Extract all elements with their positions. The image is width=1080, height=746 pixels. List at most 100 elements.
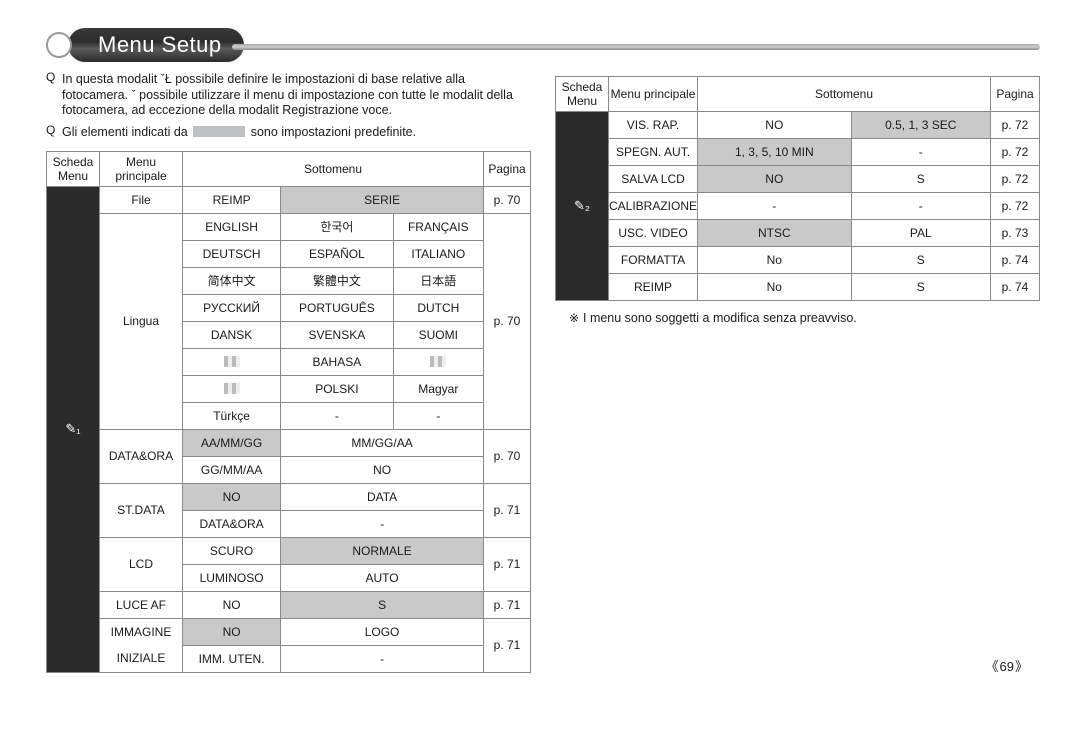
default-highlight-icon <box>193 126 245 137</box>
lang: PORTUGUÊS <box>281 294 393 321</box>
lang: ENGLISH <box>183 213 281 240</box>
lang <box>183 375 281 402</box>
page-ref: p. 72 <box>991 139 1040 166</box>
lcd-sub: AUTO <box>281 564 484 591</box>
page-number: 69 <box>986 656 1029 675</box>
dataora-sub: AA/MM/GG <box>183 429 281 456</box>
sub-b: - <box>851 139 990 166</box>
lang: DANSK <box>183 321 281 348</box>
dataora-sub: MM/GG/AA <box>281 429 484 456</box>
flag-icon <box>224 356 240 367</box>
dataora-page: p. 70 <box>484 429 531 483</box>
scheda-menu-icon-cell: ✎₁ <box>47 186 100 672</box>
lang: - <box>393 402 483 429</box>
table-row: CALIBRAZIONE <box>609 193 698 220</box>
row-lcd: LCD <box>100 537 183 591</box>
page-ref: p. 72 <box>991 166 1040 193</box>
lcd-page: p. 71 <box>484 537 531 591</box>
sub-b: S <box>851 166 990 193</box>
page-header: Menu Setup <box>46 28 1040 62</box>
sub-b: S <box>851 274 990 301</box>
lang <box>393 348 483 375</box>
col-sottomenu: Sottomenu <box>698 77 991 112</box>
dataora-sub: GG/MM/AA <box>183 456 281 483</box>
imm-page: p. 71 <box>484 618 531 672</box>
row-imm-1: IMMAGINE <box>100 618 183 645</box>
sub-b: 0.5, 1, 3 SEC <box>851 112 990 139</box>
page-title: Menu Setup <box>98 32 222 58</box>
luceaf-sub: S <box>281 591 484 618</box>
file-page: p. 70 <box>484 186 531 213</box>
left-settings-table: Scheda Menu Menu principale Sottomenu Pa… <box>46 151 531 673</box>
sub-a: No <box>698 247 852 274</box>
col-sottomenu: Sottomenu <box>183 151 484 186</box>
row-stdata: ST.DATA <box>100 483 183 537</box>
wrench-icon: ✎₂ <box>574 198 590 213</box>
note-marker: ※ <box>569 311 583 325</box>
page-ref: p. 73 <box>991 220 1040 247</box>
col-menuprinc: Menu principale <box>609 77 698 112</box>
stdata-sub: NO <box>183 483 281 510</box>
right-settings-table: Scheda Menu Menu principale Sottomenu Pa… <box>555 76 1040 301</box>
page-ref: p. 72 <box>991 193 1040 220</box>
sub-a: No <box>698 274 852 301</box>
bullet-icon: Q <box>46 123 62 145</box>
lang: РУССКИЙ <box>183 294 281 321</box>
lcd-sub: LUMINOSO <box>183 564 281 591</box>
lang: 繁體中文 <box>281 267 393 294</box>
imm-sub: IMM. UTEN. <box>183 645 281 672</box>
lang: DUTCH <box>393 294 483 321</box>
right-column: Scheda Menu Menu principale Sottomenu Pa… <box>555 70 1040 673</box>
footnote-text: I menu sono soggetti a modifica senza pr… <box>583 311 857 325</box>
wrench-icon: ✎₁ <box>65 421 80 436</box>
sub-a: - <box>698 193 852 220</box>
lang: - <box>281 402 393 429</box>
row-dataora: DATA&ORA <box>100 429 183 483</box>
col-schedamenu: Scheda Menu <box>47 151 100 186</box>
lang: 한국어 <box>281 213 393 240</box>
lang: POLSKI <box>281 375 393 402</box>
sub-b: S <box>851 247 990 274</box>
luceaf-page: p. 71 <box>484 591 531 618</box>
sub-a: NTSC <box>698 220 852 247</box>
row-imm-2: INIZIALE <box>100 645 183 672</box>
page-ref: p. 74 <box>991 247 1040 274</box>
file-sub-1: REIMP <box>183 186 281 213</box>
intro-frag-b: sono impostazioni predefinite. <box>251 125 416 139</box>
sub-a: NO <box>698 166 852 193</box>
imm-sub: LOGO <box>281 618 484 645</box>
stdata-sub: DATA&ORA <box>183 510 281 537</box>
table-row: VIS. RAP. <box>609 112 698 139</box>
lang: ESPAÑOL <box>281 240 393 267</box>
file-sub-2: SERIE <box>281 186 484 213</box>
stdata-sub: DATA <box>281 483 484 510</box>
header-rail <box>232 44 1040 50</box>
bullet-icon: Q <box>46 70 62 123</box>
stdata-page: p. 71 <box>484 483 531 537</box>
lang: 简体中文 <box>183 267 281 294</box>
lang: ITALIANO <box>393 240 483 267</box>
imm-sub: - <box>281 645 484 672</box>
table-row: SPEGN. AUT. <box>609 139 698 166</box>
page-ref: p. 74 <box>991 274 1040 301</box>
lang: SUOMI <box>393 321 483 348</box>
stdata-sub: - <box>281 510 484 537</box>
lcd-sub: SCURO <box>183 537 281 564</box>
lozenge-cap-icon <box>46 32 72 58</box>
col-pagina: Pagina <box>991 77 1040 112</box>
sub-b: PAL <box>851 220 990 247</box>
lingua-page: p. 70 <box>484 213 531 429</box>
page-ref: p. 72 <box>991 112 1040 139</box>
lang: 日本語 <box>393 267 483 294</box>
flag-icon <box>430 356 446 367</box>
scheda-menu-icon-cell: ✎₂ <box>556 112 609 301</box>
lang: SVENSKA <box>281 321 393 348</box>
luceaf-sub: NO <box>183 591 281 618</box>
col-pagina: Pagina <box>484 151 531 186</box>
table-row: REIMP <box>609 274 698 301</box>
title-lozenge: Menu Setup <box>46 28 244 62</box>
sub-a: 1, 3, 5, 10 MIN <box>698 139 852 166</box>
intro-paragraph-2: Gli elementi indicati da sono impostazio… <box>62 125 531 141</box>
lang <box>183 348 281 375</box>
lcd-sub: NORMALE <box>281 537 484 564</box>
